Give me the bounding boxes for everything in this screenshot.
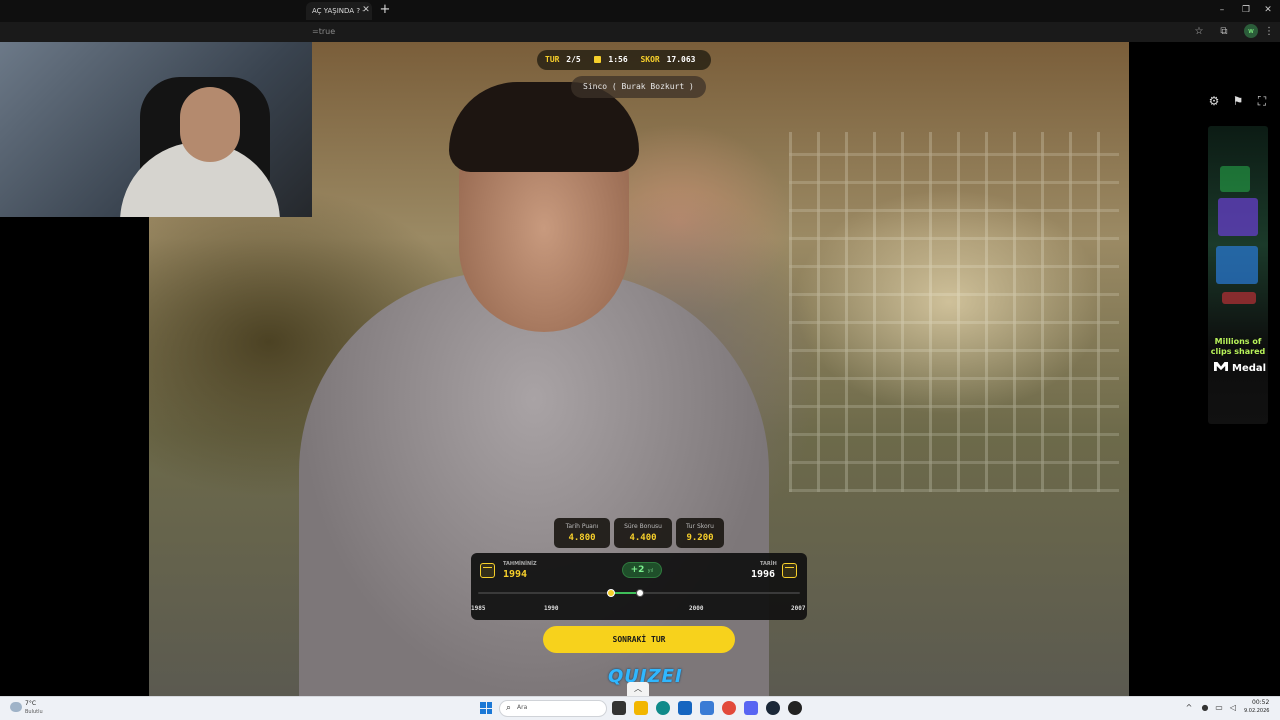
score-card-round: Tur Skoru 9.200 (676, 518, 724, 548)
score-card-label: Tarih Puanı (565, 523, 599, 530)
difference-badge: +2 yıl (622, 562, 662, 578)
tick-label: 2000 (689, 605, 704, 612)
volume-icon[interactable]: ◁ (1228, 703, 1238, 713)
score-card-label: Süre Bonusu (624, 523, 662, 530)
clock-date[interactable]: 9.02.2026 (1244, 708, 1269, 714)
ad-tile (1220, 166, 1250, 192)
score-label: SKOR (640, 55, 660, 64)
microphone-icon[interactable]: ● (1200, 703, 1210, 713)
new-tab-button[interactable]: + (378, 2, 392, 18)
calendar-icon (782, 563, 797, 578)
mail-icon[interactable] (700, 701, 714, 715)
start-button[interactable] (480, 702, 492, 714)
fullscreen-icon[interactable]: ⛶ (1255, 94, 1269, 108)
actual-label: TARİH (760, 561, 777, 567)
url-text[interactable]: =true (312, 25, 335, 39)
tick-label: 1985 (471, 605, 486, 612)
streamer-head (180, 87, 240, 162)
actual-marker (636, 589, 644, 597)
score-card-label: Tur Skoru (686, 523, 714, 530)
background-fence (789, 132, 1119, 492)
file-explorer-icon[interactable] (634, 701, 648, 715)
calendar-icon (480, 563, 495, 578)
medal-ad[interactable] (1208, 126, 1268, 424)
edge-icon[interactable] (656, 701, 670, 715)
ad-tile (1216, 246, 1258, 284)
guess-label: TAHMİNİNİZ (503, 561, 537, 567)
tick-label: 1990 (544, 605, 559, 612)
round-label: TUR (545, 55, 560, 64)
maximize-button[interactable]: ❐ (1236, 2, 1256, 18)
menu-dots-icon[interactable]: ⋮ (1262, 25, 1276, 39)
settings-gear-icon[interactable]: ⚙ (1207, 94, 1221, 108)
timer-value: 1:56 (608, 55, 628, 64)
network-icon[interactable]: ▭ (1214, 703, 1224, 713)
score-value: 17.063 (666, 55, 696, 64)
bookmark-star-icon[interactable]: ☆ (1192, 25, 1206, 39)
tick-label: 2007 (791, 605, 806, 612)
round-value: 2/5 (566, 55, 581, 64)
ad-tagline[interactable]: Millions of clips shared (1210, 337, 1266, 357)
profile-avatar[interactable]: w (1244, 24, 1258, 38)
extensions-icon[interactable]: ⧉ (1217, 25, 1231, 39)
tab-bar: AÇ YAŞINDA ? - ✕ + – ❐ ✕ (0, 0, 1280, 22)
steam-icon[interactable] (766, 701, 780, 715)
score-card-value: 9.200 (686, 533, 714, 543)
score-card-date: Tarih Puanı 4.800 (554, 518, 610, 548)
difference-unit: yıl (647, 568, 654, 574)
timer-icon (593, 56, 601, 63)
next-round-button[interactable]: SONRAKİ TUR (543, 626, 735, 653)
discord-icon[interactable] (744, 701, 758, 715)
person-name-label: Sinco ( Burak Bozkurt ) (571, 76, 706, 98)
difference-value: +2 (630, 565, 645, 575)
clock-time[interactable]: 00:52 (1252, 699, 1269, 706)
score-card-value: 4.800 (568, 533, 596, 543)
actual-value: 1996 (751, 569, 776, 580)
guess-value: 1994 (503, 569, 528, 580)
search-placeholder: Ara (517, 704, 528, 711)
medal-logo-icon (1214, 362, 1228, 371)
store-icon[interactable] (678, 701, 692, 715)
ad-tile (1222, 292, 1256, 304)
taskbar: 7°C Bulutlu ⌕ Ara ^ ● ▭ ◁ 00:52 9.02.202… (0, 696, 1280, 720)
taskbar-search[interactable]: ⌕ Ara (499, 700, 607, 717)
ad-brand[interactable]: Medal (1214, 362, 1266, 376)
close-window-button[interactable]: ✕ (1258, 2, 1278, 18)
webcam-overlay (0, 42, 312, 217)
task-view-icon[interactable] (612, 701, 626, 715)
round-status-pill: TUR 2/5 1:56 SKOR 17.063 (537, 50, 712, 70)
chevron-up-icon[interactable]: ^ (1184, 703, 1194, 713)
address-bar[interactable]: =true ☆ ⧉ ⋮ (0, 22, 1280, 42)
weather-desc[interactable]: Bulutlu (25, 709, 43, 715)
cloud-icon[interactable] (10, 702, 22, 712)
tab-close-icon[interactable]: ✕ (360, 3, 372, 17)
minimize-button[interactable]: – (1212, 2, 1232, 18)
guess-marker (607, 589, 615, 597)
ad-tile (1218, 198, 1258, 236)
ad-brand-name: Medal (1232, 363, 1267, 374)
search-icon: ⌕ (506, 703, 512, 713)
app-icon[interactable] (788, 701, 802, 715)
weather-temp[interactable]: 7°C (25, 700, 36, 707)
chrome-icon[interactable] (722, 701, 736, 715)
chevron-up-icon[interactable]: ︿ (627, 682, 649, 696)
score-card-value: 4.400 (629, 533, 657, 543)
flag-icon[interactable]: ⚑ (1231, 94, 1245, 108)
score-card-time-bonus: Süre Bonusu 4.400 (614, 518, 672, 548)
